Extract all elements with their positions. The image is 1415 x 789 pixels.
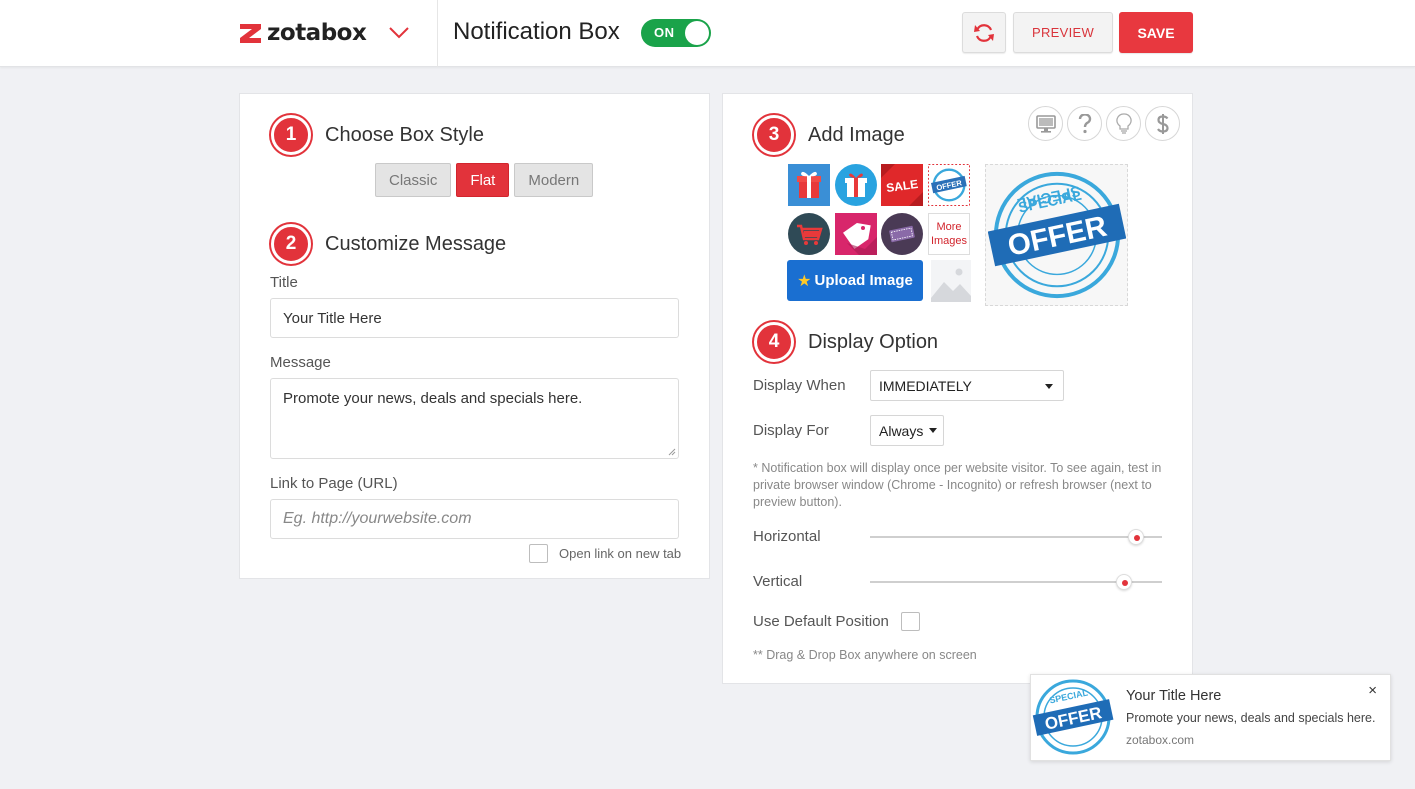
link-label: Link to Page (URL) [270, 475, 398, 492]
step-title: Customize Message [325, 232, 507, 255]
step-number: 3 [754, 115, 794, 155]
message-text: Promote your news, deals and specials he… [283, 390, 583, 407]
default-position-label: Use Default Position [753, 613, 889, 630]
vertical-slider[interactable] [870, 574, 1162, 590]
open-new-tab-label: Open link on new tab [559, 546, 682, 561]
display-when-label: Display When [753, 377, 846, 394]
open-new-tab-option: Open link on new tab [529, 544, 681, 563]
horizontal-slider[interactable] [870, 529, 1162, 545]
desktop-preview-button[interactable] [1028, 106, 1063, 141]
step-title: Choose Box Style [325, 123, 484, 146]
title-input[interactable]: Your Title Here [270, 298, 679, 338]
more-images-link[interactable]: More Images [928, 213, 970, 255]
shopping-cart-thumbnail[interactable] [788, 213, 830, 255]
left-panel: 1 Choose Box Style Classic Flat Modern 2… [239, 93, 710, 579]
top-header: zotabox Notification Box ON PREVIEW SAVE [0, 0, 1415, 67]
notification-link[interactable]: zotabox.com [1126, 733, 1194, 747]
special-offer-stamp-icon: SPECIAL SPECIAL OFFER [987, 171, 1126, 299]
display-for-select[interactable]: Always [870, 415, 944, 446]
zotabox-logo-icon [240, 23, 261, 43]
style-modern-button[interactable]: Modern [514, 163, 594, 197]
style-flat-button[interactable]: Flat [456, 163, 510, 197]
box-style-selector: Classic Flat Modern [375, 163, 594, 197]
step-customize-message: 2 Customize Message [271, 224, 506, 264]
zotabox-logo[interactable]: zotabox [238, 18, 367, 48]
upload-image-label: Upload Image [814, 272, 913, 289]
step-choose-box-style: 1 Choose Box Style [271, 115, 484, 155]
save-button[interactable]: SAVE [1119, 12, 1193, 53]
preview-button[interactable]: PREVIEW [1013, 12, 1113, 53]
tips-button[interactable] [1106, 106, 1141, 141]
title-label: Title [270, 274, 298, 291]
selected-image-preview: SPECIAL SPECIAL OFFER [985, 164, 1128, 306]
display-when-select[interactable]: IMMEDIATELY [870, 370, 1064, 401]
gift-box-thumbnail[interactable] [788, 164, 830, 206]
upload-image-button[interactable]: ★ Upload Image [787, 260, 923, 301]
gift-circle-thumbnail[interactable] [835, 164, 877, 206]
step-add-image: 3 Add Image [754, 115, 905, 155]
style-classic-button[interactable]: Classic [375, 163, 452, 197]
link-url-input[interactable]: Eg. http://yourwebsite.com [270, 499, 679, 539]
on-off-toggle[interactable]: ON [641, 19, 711, 47]
refresh-icon [974, 23, 994, 42]
special-offer-image: SPECIAL OFFER [1032, 676, 1114, 758]
display-when-value: IMMEDIATELY [879, 377, 972, 394]
display-for-label: Display For [753, 422, 829, 439]
close-icon[interactable]: × [1368, 682, 1377, 699]
app-title: Notification Box [453, 18, 620, 45]
step-number: 4 [754, 322, 794, 362]
display-note: * Notification box will display once per… [753, 461, 1162, 509]
coupon-thumbnail[interactable] [881, 213, 923, 255]
header-divider [437, 0, 438, 67]
message-label: Message [270, 354, 331, 371]
logo-text: zotabox [267, 20, 367, 46]
notification-box-preview[interactable]: SPECIAL OFFER Your Title Here Promote yo… [1030, 674, 1391, 761]
step-number: 2 [271, 224, 311, 264]
right-panel: 3 Add Image SALE OFFER More Images ★ Upl… [722, 93, 1193, 684]
default-position-checkbox[interactable] [901, 612, 920, 631]
lightbulb-icon [1115, 112, 1132, 134]
resize-grip-icon[interactable] [668, 448, 676, 456]
horizontal-slider-handle[interactable] [1127, 529, 1144, 545]
help-button[interactable] [1067, 106, 1102, 141]
toggle-knob [685, 21, 709, 45]
step-display-option: 4 Display Option [754, 322, 938, 362]
monitor-icon [1035, 114, 1056, 133]
sale-thumbnail[interactable]: SALE [881, 164, 923, 206]
question-mark-icon [1078, 113, 1091, 133]
open-new-tab-checkbox[interactable] [529, 544, 548, 563]
horizontal-label: Horizontal [753, 528, 821, 545]
caret-down-icon [1045, 384, 1053, 389]
step-number: 1 [271, 115, 311, 155]
pricing-button[interactable] [1145, 106, 1180, 141]
star-icon: ★ [797, 272, 812, 290]
special-offer-thumbnail-selected[interactable]: OFFER [928, 164, 970, 206]
dollar-icon [1156, 113, 1169, 134]
display-for-value: Always [879, 422, 924, 439]
vertical-slider-handle[interactable] [1116, 574, 1133, 590]
caret-down-icon [929, 428, 937, 433]
message-textarea[interactable]: Promote your news, deals and specials he… [270, 378, 679, 459]
step-title: Display Option [808, 330, 939, 353]
notification-title: Your Title Here [1126, 688, 1222, 704]
toggle-label: ON [654, 25, 675, 40]
no-image-placeholder-icon[interactable] [931, 260, 971, 302]
drag-drop-note: ** Drag & Drop Box anywhere on screen [753, 648, 977, 662]
refresh-button[interactable] [962, 12, 1006, 53]
chevron-down-icon[interactable] [388, 24, 410, 40]
notification-message: Promote your news, deals and specials he… [1126, 711, 1376, 725]
step-title: Add Image [808, 123, 905, 146]
panel-toolbar [1028, 106, 1180, 141]
sale-tag-thumbnail[interactable] [835, 213, 877, 255]
vertical-label: Vertical [753, 573, 803, 590]
